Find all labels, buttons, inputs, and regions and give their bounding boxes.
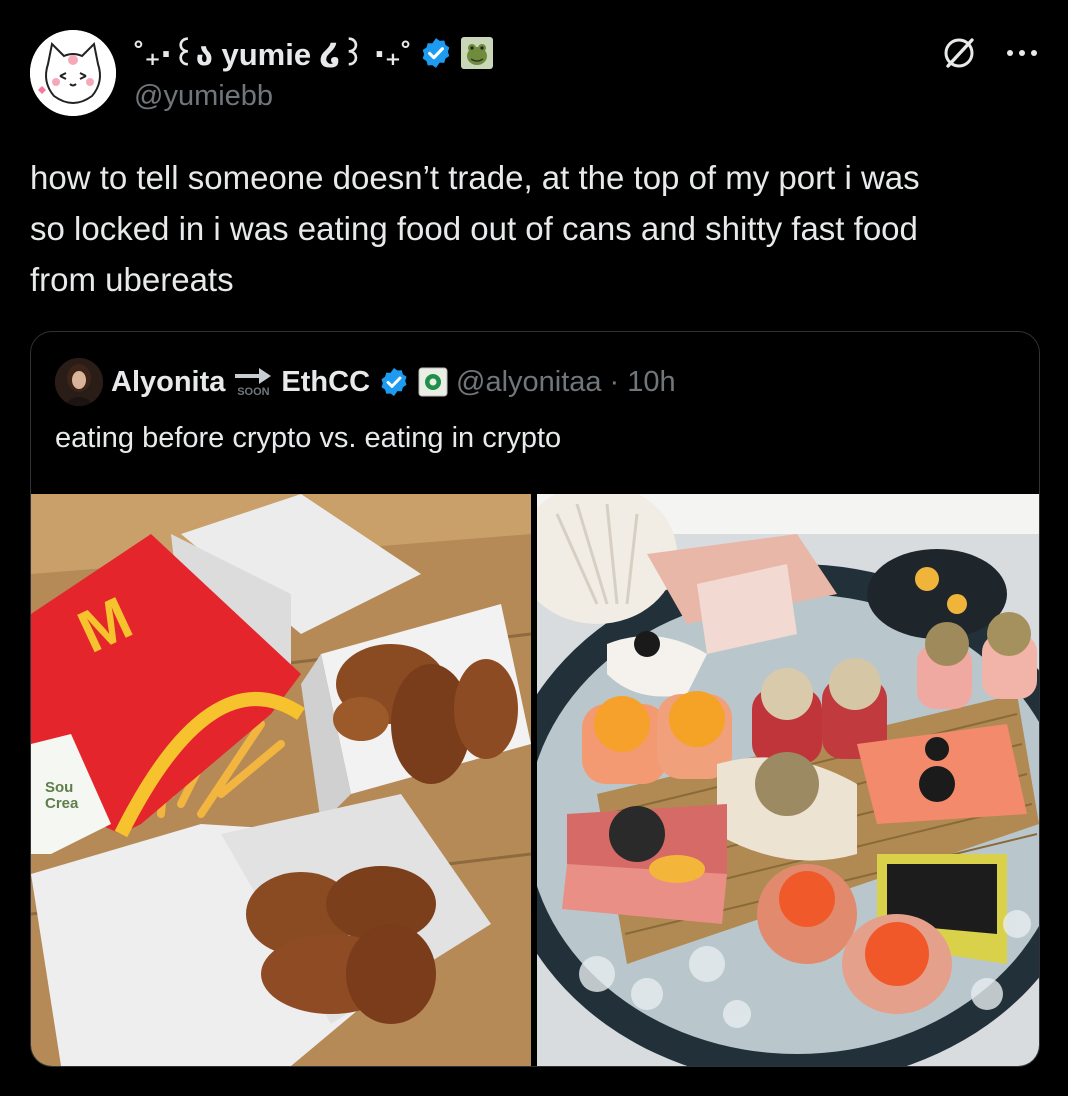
tweet-text: how to tell someone doesn’t trade, at th… — [30, 152, 1040, 305]
quoted-author-event[interactable]: EthCC — [281, 366, 370, 399]
tweet-text-line: from ubereats — [30, 261, 234, 298]
grok-icon[interactable] — [940, 34, 978, 72]
verified-badge-icon — [378, 366, 410, 398]
quoted-tweet[interactable]: Alyonita SOON EthCC @alyonitaa · 10h eat… — [30, 331, 1040, 1067]
fast-food-photo[interactable]: M Sou Crea — [31, 494, 531, 1066]
quoted-tweet-text: eating before crypto vs. eating in crypt… — [55, 422, 562, 454]
cat-avatar-icon — [30, 30, 116, 116]
tweet-text-line: so locked in i was eating food out of ca… — [30, 210, 918, 247]
author-avatar[interactable] — [30, 30, 116, 116]
quoted-tweet-header: Alyonita SOON EthCC @alyonitaa · 10h — [55, 358, 676, 406]
affiliate-badge-icon[interactable] — [418, 367, 448, 397]
frog-badge-icon — [461, 36, 494, 69]
quoted-author-name[interactable]: Alyonita — [111, 366, 225, 399]
quoted-tweet-time[interactable]: · 10h — [610, 366, 676, 399]
sauce-packet-label: Sou — [45, 779, 73, 796]
quoted-author-avatar[interactable] — [55, 358, 103, 406]
tweet-actions — [940, 34, 1038, 72]
soon-label: SOON — [237, 386, 270, 398]
arrow-right-icon: SOON — [233, 366, 273, 398]
quoted-author-handle[interactable]: @alyonitaa — [456, 366, 602, 399]
sushi-platter-photo[interactable] — [537, 494, 1039, 1066]
author-name-row: ˚₊‧꒰ა yumie ໒꒱ ‧₊˚ — [134, 32, 494, 73]
sauce-packet-label: Crea — [45, 795, 79, 812]
profile-photo-icon — [55, 358, 103, 406]
tweet-text-line: how to tell someone doesn’t trade, at th… — [30, 159, 920, 196]
author-display-name[interactable]: ˚₊‧꒰ა yumie ໒꒱ ‧₊˚ — [134, 32, 411, 73]
more-icon[interactable] — [1006, 48, 1038, 58]
sushi-platter-image — [537, 494, 1039, 1066]
verified-badge-icon — [419, 36, 453, 70]
author-handle[interactable]: @yumiebb — [134, 80, 273, 113]
fast-food-image: M Sou Crea — [31, 494, 531, 1066]
quoted-media: M Sou Crea — [31, 494, 1039, 1066]
